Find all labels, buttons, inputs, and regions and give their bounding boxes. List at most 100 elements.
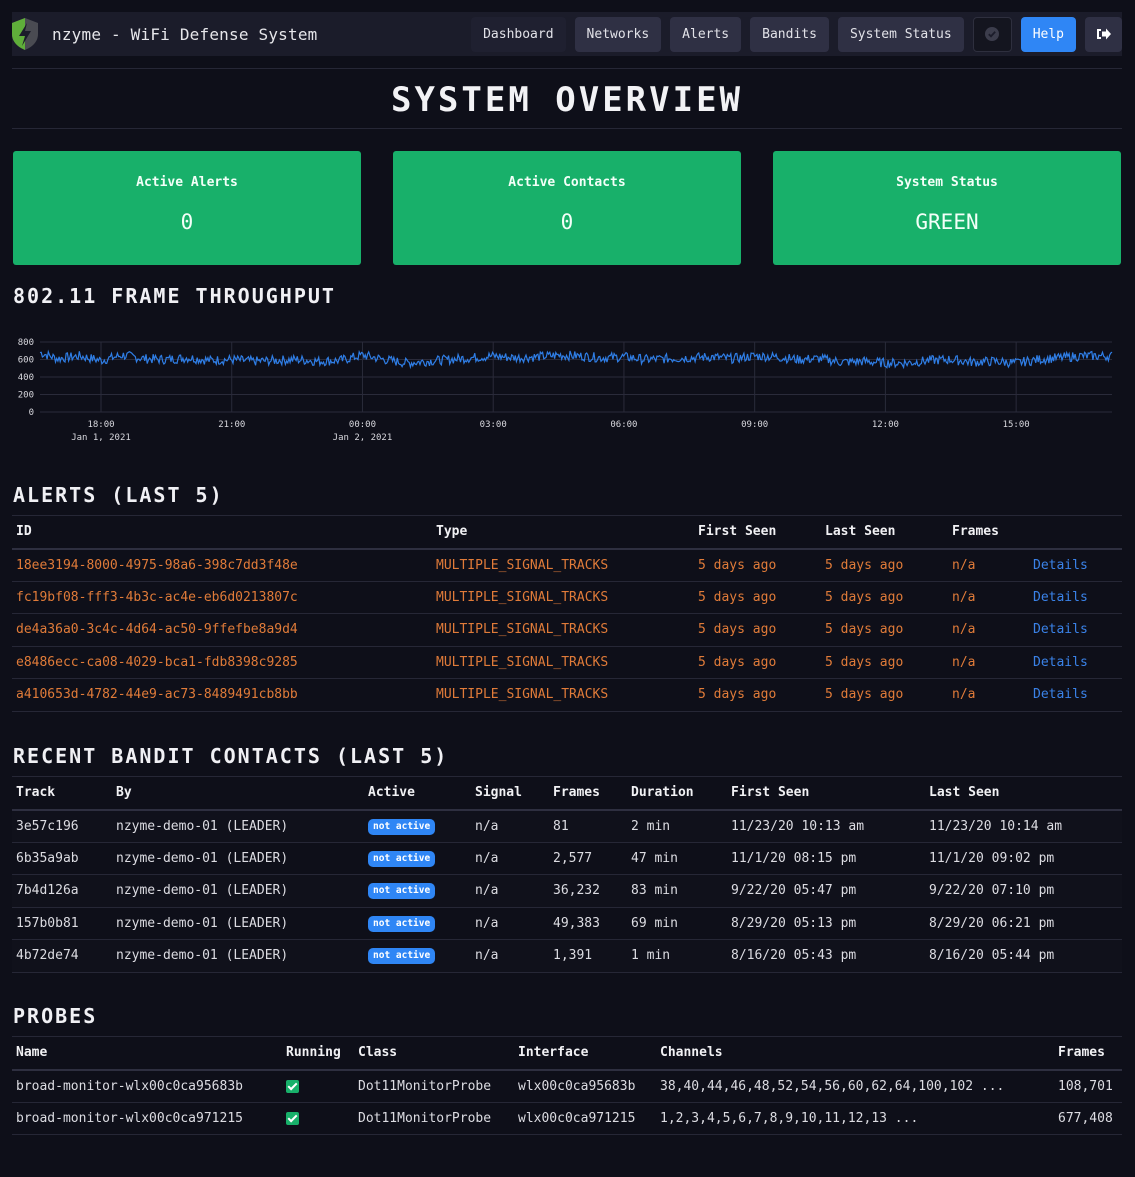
y-tick-label: 600 (18, 356, 34, 366)
alert-frames: n/a (948, 548, 1029, 582)
contact-duration: 2 min (627, 809, 727, 843)
contact-duration: 83 min (627, 874, 727, 908)
card-label: Active Contacts (508, 175, 626, 190)
contact-frames: 49,383 (549, 907, 627, 940)
table-row: broad-monitor-wlx00c0ca95683b Dot11Monit… (12, 1069, 1122, 1103)
status-badge: not active (368, 883, 436, 900)
alert-last-seen: 5 days ago (821, 646, 948, 679)
card-active-alerts: Active Alerts 0 (13, 151, 361, 265)
col-first-seen: First Seen (727, 776, 925, 811)
alert-id: a410653d-4782-44e9-ac73-8489491cb8bb (12, 678, 432, 712)
table-row: 7b4d126a nzyme-demo-01 (LEADER) not acti… (12, 874, 1122, 908)
details-link[interactable]: Details (1029, 548, 1122, 582)
col-frames: Frames (948, 515, 1029, 550)
contact-last-seen: 8/16/20 05:44 pm (925, 939, 1122, 973)
contact-track: 4b72de74 (12, 939, 112, 973)
divider (12, 128, 1122, 129)
probe-channels: 38,40,44,46,48,52,54,56,60,62,64,100,102… (656, 1069, 1054, 1103)
alert-frames: n/a (948, 581, 1029, 614)
nav-bandits[interactable]: Bandits (750, 16, 829, 52)
contact-duration: 1 min (627, 939, 727, 973)
alert-first-seen: 5 days ago (694, 646, 821, 679)
col-type: Type (432, 515, 694, 550)
alert-last-seen: 5 days ago (821, 613, 948, 647)
col-frames: Frames (1054, 1036, 1122, 1071)
x-tick-label: 15:00 (1003, 420, 1030, 430)
probe-frames: 677,408 (1054, 1102, 1122, 1135)
alert-id: fc19bf08-fff3-4b3c-ac4e-eb6d0213807c (12, 581, 432, 614)
alert-last-seen: 5 days ago (821, 581, 948, 614)
status-badge: not active (368, 850, 436, 867)
col-last-seen: Last Seen (925, 776, 1122, 811)
table-row: 157b0b81 nzyme-demo-01 (LEADER) not acti… (12, 907, 1122, 940)
probe-class: Dot11MonitorProbe (354, 1102, 514, 1135)
contact-last-seen: 9/22/20 07:10 pm (925, 874, 1122, 908)
status-badge: not active (368, 948, 436, 965)
alert-frames: n/a (948, 613, 1029, 647)
help-button[interactable]: Help (1020, 16, 1076, 52)
table-header: ID Type First Seen Last Seen Frames (12, 515, 1122, 550)
contact-by: nzyme-demo-01 (LEADER) (112, 842, 364, 875)
details-link[interactable]: Details (1029, 613, 1122, 647)
alert-last-seen: 5 days ago (821, 678, 948, 712)
probe-class: Dot11MonitorProbe (354, 1069, 514, 1103)
col-actions (1029, 515, 1122, 550)
x-tick-label: 21:00 (218, 420, 245, 430)
probes-title: PROBES (13, 1004, 98, 1028)
alert-last-seen: 5 days ago (821, 548, 948, 582)
summary-cards: Active Alerts 0 Active Contacts 0 System… (13, 151, 1121, 265)
nav-system-status[interactable]: System Status (837, 16, 964, 52)
nav-dashboard[interactable]: Dashboard (471, 16, 566, 52)
shield-logo-icon (12, 18, 38, 50)
col-id: ID (12, 515, 432, 550)
status-badge: not active (368, 818, 436, 835)
throughput-title: 802.11 FRAME THROUGHPUT (13, 284, 336, 308)
card-value: GREEN (915, 210, 979, 234)
x-tick-sublabel: Jan 1, 2021 (71, 433, 131, 443)
col-by: By (112, 776, 364, 811)
probes-table: Name Running Class Interface Channels Fr… (12, 1036, 1122, 1135)
alert-first-seen: 5 days ago (694, 548, 821, 582)
alert-type: MULTIPLE_SIGNAL_TRACKS (432, 613, 694, 647)
details-link[interactable]: Details (1029, 581, 1122, 614)
contact-track: 3e57c196 (12, 809, 112, 843)
alert-first-seen: 5 days ago (694, 581, 821, 614)
details-link[interactable]: Details (1029, 678, 1122, 712)
contact-first-seen: 8/16/20 05:43 pm (727, 939, 925, 973)
alerts-table: ID Type First Seen Last Seen Frames 18ee… (12, 515, 1122, 712)
brand[interactable]: nzyme - WiFi Defense System (12, 12, 318, 56)
navbar: nzyme - WiFi Defense System Dashboard Ne… (12, 12, 1122, 56)
app-title: nzyme - WiFi Defense System (52, 24, 318, 44)
alert-first-seen: 5 days ago (694, 613, 821, 647)
contact-by: nzyme-demo-01 (LEADER) (112, 907, 364, 940)
nav-alerts[interactable]: Alerts (670, 16, 742, 52)
table-header: Name Running Class Interface Channels Fr… (12, 1036, 1122, 1071)
x-tick-label: 06:00 (610, 420, 637, 430)
nav-networks[interactable]: Networks (574, 16, 662, 52)
probe-channels: 1,2,3,4,5,6,7,8,9,10,11,12,13 ... (656, 1102, 1054, 1135)
contacts-table: Track By Active Signal Frames Duration F… (12, 776, 1122, 973)
x-tick-label: 00:00 (349, 420, 376, 430)
contact-signal: n/a (471, 939, 549, 973)
contact-frames: 36,232 (549, 874, 627, 908)
divider (12, 68, 1122, 69)
x-tick-label: 09:00 (741, 420, 768, 430)
alert-frames: n/a (948, 646, 1029, 679)
y-tick-label: 400 (18, 373, 34, 383)
status-check-button[interactable] (972, 16, 1012, 52)
contact-signal: n/a (471, 809, 549, 843)
y-tick-label: 800 (18, 338, 34, 348)
details-link[interactable]: Details (1029, 646, 1122, 679)
contact-last-seen: 11/1/20 09:02 pm (925, 842, 1122, 875)
table-row: 4b72de74 nzyme-demo-01 (LEADER) not acti… (12, 939, 1122, 973)
contact-by: nzyme-demo-01 (LEADER) (112, 874, 364, 908)
card-label: Active Alerts (136, 175, 238, 190)
alert-id: de4a36a0-3c4c-4d64-ac50-9ffefbe8a9d4 (12, 613, 432, 647)
alert-type: MULTIPLE_SIGNAL_TRACKS (432, 646, 694, 679)
card-value: 0 (180, 210, 194, 234)
logout-button[interactable] (1085, 16, 1122, 52)
page-title: SYSTEM OVERVIEW (390, 80, 744, 120)
col-signal: Signal (471, 776, 549, 811)
probe-name: broad-monitor-wlx00c0ca971215 (12, 1102, 282, 1135)
probe-name: broad-monitor-wlx00c0ca95683b (12, 1069, 282, 1103)
